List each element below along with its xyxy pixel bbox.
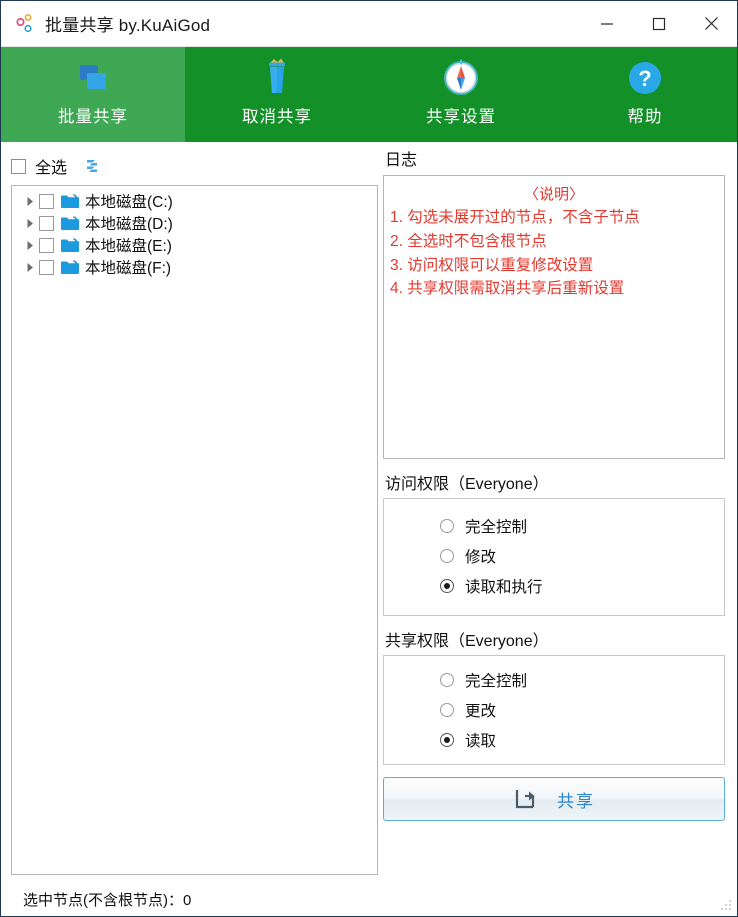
minimize-button[interactable] bbox=[581, 1, 633, 46]
expand-arrow-icon[interactable] bbox=[21, 258, 39, 276]
toolbar-tab-share-settings[interactable]: 共享设置 bbox=[369, 47, 553, 142]
log-heading: 〈说明〉 bbox=[523, 186, 584, 204]
radio-button[interactable] bbox=[440, 519, 454, 534]
radio-button[interactable] bbox=[440, 549, 454, 564]
app-window: 批量共享 by.KuAiGod 批量共享 取消共享 共享设置 ? 帮助 全选 本… bbox=[0, 0, 738, 917]
tree-row[interactable]: 本地磁盘(E:) bbox=[12, 234, 377, 256]
tree-row[interactable]: 本地磁盘(D:) bbox=[12, 212, 377, 234]
log-line: 4. 共享权限需取消共享后重新设置 bbox=[390, 280, 625, 298]
tree-item-label: 本地磁盘(F:) bbox=[85, 260, 172, 277]
drive-tree[interactable]: 本地磁盘(C:) 本地磁盘(D:) 本地磁盘(E:) 本地磁盘(F:) bbox=[11, 185, 378, 875]
radio-button[interactable] bbox=[440, 673, 454, 688]
tree-item-checkbox[interactable] bbox=[39, 215, 54, 231]
radio-label: 完全控制 bbox=[465, 673, 528, 691]
svg-text:?: ? bbox=[638, 66, 651, 91]
compass-icon bbox=[440, 55, 482, 101]
toolbar-tab-batch-share[interactable]: 批量共享 bbox=[1, 47, 185, 142]
share-arrow-icon bbox=[513, 786, 539, 812]
radio-button-selected[interactable] bbox=[440, 733, 454, 748]
select-all-checkbox[interactable] bbox=[11, 158, 26, 174]
trash-bin-icon bbox=[256, 55, 298, 101]
maximize-button[interactable] bbox=[633, 1, 685, 46]
access-option-full-control[interactable]: 完全控制 bbox=[384, 511, 724, 541]
expand-arrow-icon[interactable] bbox=[21, 192, 39, 210]
toolbar-tab-cancel-share[interactable]: 取消共享 bbox=[185, 47, 369, 142]
shared-folder-icon bbox=[60, 214, 80, 232]
toolbar-tab-help[interactable]: ? 帮助 bbox=[553, 47, 737, 142]
status-bar: 选中节点(不含根节点)：0 bbox=[11, 881, 378, 916]
radio-label: 完全控制 bbox=[465, 519, 528, 537]
tree-item-label: 本地磁盘(E:) bbox=[85, 238, 172, 255]
share-option-change[interactable]: 更改 bbox=[384, 695, 724, 725]
tree-item-label: 本地磁盘(D:) bbox=[85, 216, 173, 233]
shared-folder-icon bbox=[60, 192, 80, 210]
share-permission-caption: 共享权限（Everyone） bbox=[385, 633, 549, 651]
radio-label: 读取 bbox=[465, 733, 497, 751]
share-button[interactable]: 共享 bbox=[383, 777, 725, 822]
content-area: 全选 本地磁盘(C:) 本地磁盘(D:) 本地磁盘(E:) 本地磁盘(F:) 选… bbox=[1, 142, 737, 916]
access-option-read-execute[interactable]: 读取和执行 bbox=[384, 571, 724, 601]
toolbar-tab-label: 批量共享 bbox=[58, 108, 128, 126]
select-all-row: 全选 bbox=[11, 151, 378, 181]
log-caption: 日志 bbox=[385, 152, 418, 169]
app-dots-icon bbox=[15, 13, 37, 35]
toolbar-tab-label: 取消共享 bbox=[242, 108, 312, 126]
toolbar-tab-label: 帮助 bbox=[627, 108, 663, 126]
batch-share-icon bbox=[72, 55, 114, 101]
toolbar-tab-label: 共享设置 bbox=[426, 108, 496, 126]
left-pane: 全选 本地磁盘(C:) 本地磁盘(D:) 本地磁盘(E:) 本地磁盘(F:) 选… bbox=[1, 142, 378, 916]
expand-arrow-icon[interactable] bbox=[21, 214, 39, 232]
right-pane: 日志 〈说明〉 1. 勾选未展开过的节点，不含子节点 2. 全选时不包含根节点 … bbox=[378, 142, 737, 916]
tree-item-checkbox[interactable] bbox=[39, 259, 54, 275]
tree-item-label: 本地磁盘(C:) bbox=[85, 194, 173, 211]
main-toolbar: 批量共享 取消共享 共享设置 ? 帮助 bbox=[1, 47, 737, 142]
radio-button[interactable] bbox=[440, 703, 454, 718]
close-button[interactable] bbox=[685, 1, 737, 46]
log-box[interactable]: 〈说明〉 1. 勾选未展开过的节点，不含子节点 2. 全选时不包含根节点 3. … bbox=[383, 175, 725, 460]
window-controls bbox=[581, 1, 737, 46]
access-permission-group: 完全控制 修改 读取和执行 bbox=[383, 498, 725, 617]
radio-button-selected[interactable] bbox=[440, 579, 454, 594]
radio-label: 修改 bbox=[465, 549, 497, 567]
select-all-label: 全选 bbox=[35, 160, 68, 177]
share-option-read[interactable]: 读取 bbox=[384, 725, 724, 755]
tree-item-checkbox[interactable] bbox=[39, 193, 54, 209]
log-line: 2. 全选时不包含根节点 bbox=[390, 232, 547, 250]
shared-folder-icon bbox=[60, 258, 80, 276]
share-option-full-control[interactable]: 完全控制 bbox=[384, 665, 724, 695]
log-line: 3. 访问权限可以重复修改设置 bbox=[390, 256, 594, 274]
tree-row[interactable]: 本地磁盘(C:) bbox=[12, 190, 377, 212]
resize-grip[interactable] bbox=[719, 898, 733, 912]
tree-item-checkbox[interactable] bbox=[39, 237, 54, 253]
access-option-modify[interactable]: 修改 bbox=[384, 541, 724, 571]
question-mark-icon: ? bbox=[624, 55, 666, 101]
refresh-icon[interactable] bbox=[82, 156, 102, 176]
expand-arrow-icon[interactable] bbox=[21, 236, 39, 254]
share-button-label: 共享 bbox=[557, 791, 595, 811]
share-permission-group: 完全控制 更改 读取 bbox=[383, 655, 725, 766]
radio-label: 读取和执行 bbox=[465, 579, 543, 597]
title-bar: 批量共享 by.KuAiGod bbox=[1, 1, 737, 47]
window-title: 批量共享 by.KuAiGod bbox=[45, 16, 211, 35]
shared-folder-icon bbox=[60, 236, 80, 254]
log-line: 1. 勾选未展开过的节点，不含子节点 bbox=[390, 209, 640, 227]
access-permission-caption: 访问权限（Everyone） bbox=[385, 476, 549, 494]
tree-row[interactable]: 本地磁盘(F:) bbox=[12, 256, 377, 278]
radio-label: 更改 bbox=[465, 703, 497, 721]
